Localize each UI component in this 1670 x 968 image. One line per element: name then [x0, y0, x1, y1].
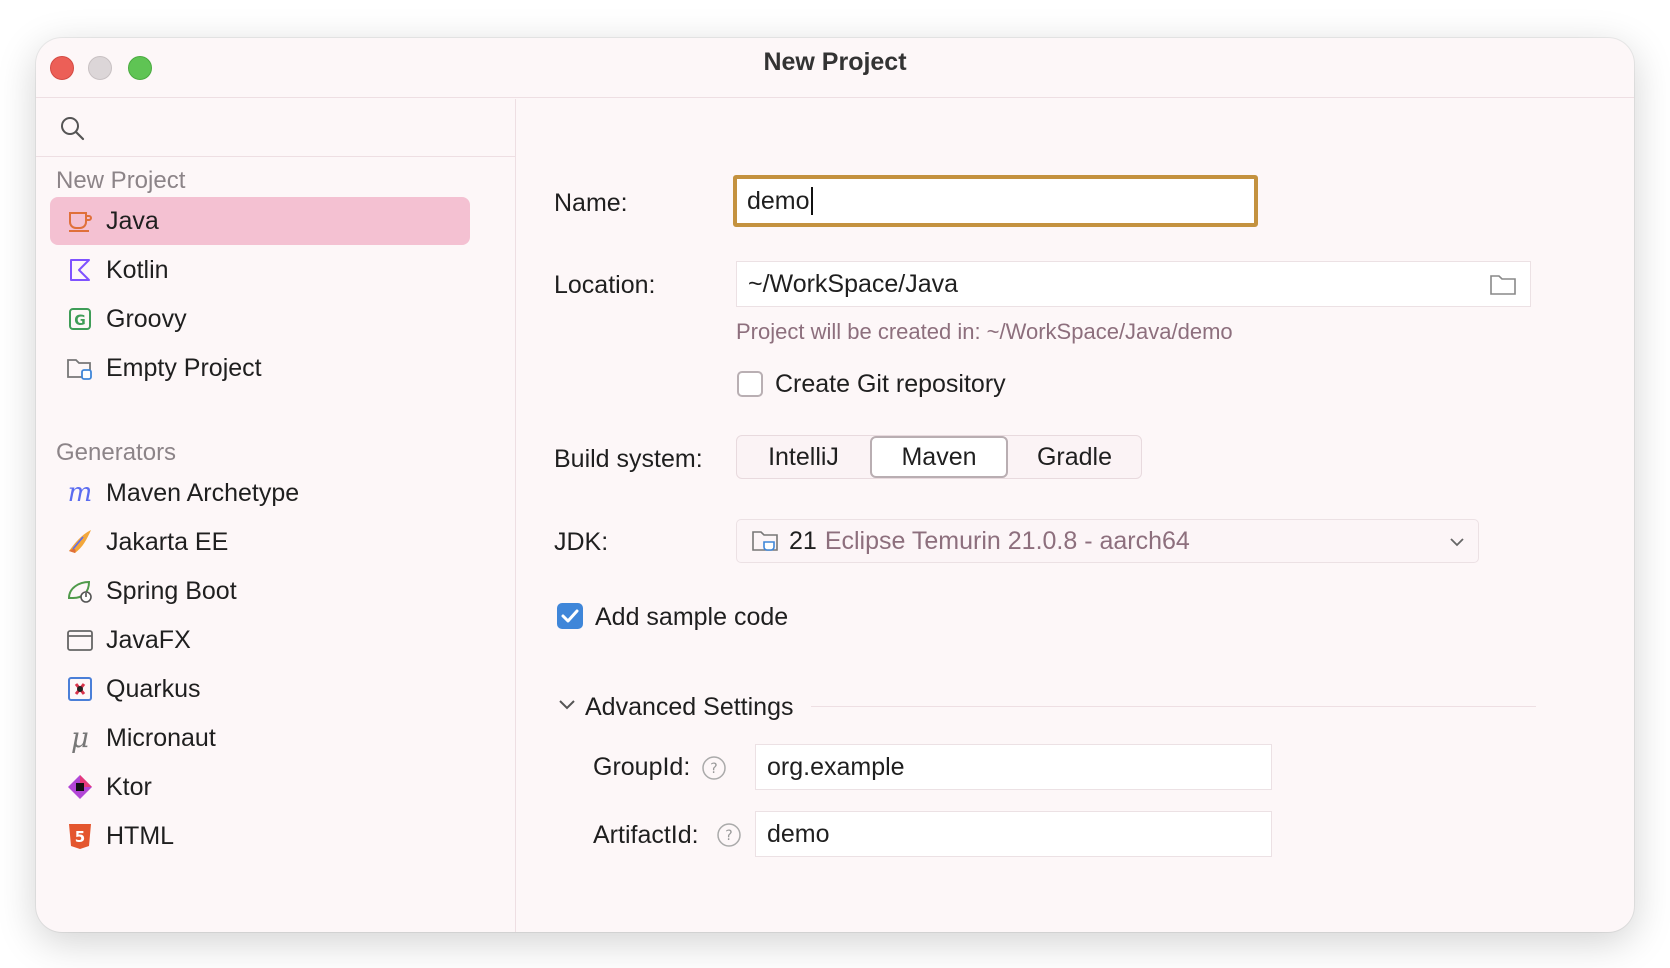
ktor-icon [64, 771, 96, 803]
advanced-settings-toggle[interactable]: Advanced Settings [585, 693, 793, 722]
sidebar-item-label: Maven Archetype [106, 478, 300, 507]
sidebar-item-spring-boot[interactable]: Spring Boot [50, 567, 470, 615]
search-icon[interactable] [58, 114, 86, 142]
sidebar-item-kotlin[interactable]: Kotlin [50, 246, 470, 294]
help-icon[interactable]: ? [701, 755, 727, 781]
javafx-window-icon [64, 624, 96, 656]
add-sample-code-checkbox[interactable] [557, 603, 583, 629]
help-icon[interactable]: ? [716, 822, 742, 848]
quarkus-icon [64, 673, 96, 705]
group-id-label: GroupId: [593, 753, 691, 781]
sidebar-item-micronaut[interactable]: μ Micronaut [50, 714, 470, 762]
name-input[interactable]: demo [733, 175, 1258, 227]
artifact-id-label: ArtifactId: [593, 821, 699, 849]
sidebar-item-html[interactable]: 5 HTML [50, 812, 470, 860]
window-title: New Project [763, 48, 907, 76]
build-system-maven-button[interactable]: Maven [870, 436, 1008, 478]
location-input-value: ~/WorkSpace/Java [748, 269, 959, 298]
browse-folder-icon[interactable] [1489, 271, 1517, 297]
title-bar: New Project [36, 38, 1634, 98]
micronaut-icon: μ [64, 722, 96, 754]
svg-text:?: ? [725, 828, 732, 844]
add-sample-code-label: Add sample code [595, 603, 789, 631]
svg-text:5: 5 [75, 828, 85, 846]
chevron-down-icon[interactable] [556, 695, 578, 715]
java-cup-icon [64, 205, 96, 237]
project-settings-form: Name: demo Location: ~/WorkSpace/Java Pr… [517, 99, 1634, 932]
checkmark-icon [561, 609, 579, 623]
jdk-dropdown[interactable]: 21 Eclipse Temurin 21.0.8 - aarch64 [736, 519, 1479, 563]
build-system-label: Build system: [554, 445, 703, 473]
maven-icon: m [64, 477, 96, 509]
sidebar-item-label: Empty Project [106, 353, 262, 382]
sidebar-search[interactable] [36, 99, 515, 157]
name-label: Name: [554, 189, 628, 217]
build-system-intellij-button[interactable]: IntelliJ [737, 436, 870, 478]
sidebar-item-label: Quarkus [106, 674, 201, 703]
sidebar-item-ktor[interactable]: Ktor [50, 763, 470, 811]
sidebar-item-label: Groovy [106, 304, 187, 333]
sidebar-item-label: Kotlin [106, 255, 169, 284]
name-input-value: demo [747, 186, 810, 215]
folder-icon [64, 352, 96, 384]
kotlin-icon [64, 254, 96, 286]
location-hint: Project will be created in: ~/WorkSpace/… [736, 319, 1233, 344]
sidebar-item-label: Ktor [106, 772, 152, 801]
sidebar-item-label: Jakarta EE [106, 527, 229, 556]
sidebar-item-java[interactable]: Java [50, 197, 470, 245]
group-id-input[interactable]: org.example [755, 744, 1272, 790]
group-id-input-value: org.example [767, 752, 905, 781]
sidebar-item-label: Micronaut [106, 723, 216, 752]
jdk-label: JDK: [554, 528, 609, 556]
spring-boot-icon [64, 575, 96, 607]
sidebar-item-label: JavaFX [106, 625, 191, 654]
artifact-id-input[interactable]: demo [755, 811, 1272, 857]
sidebar-item-label: Java [106, 206, 159, 235]
location-label: Location: [554, 271, 656, 299]
section-label-generators: Generators [56, 439, 177, 466]
jdk-folder-icon [752, 531, 778, 551]
jakarta-icon [64, 526, 96, 558]
text-caret [810, 187, 813, 215]
html5-icon: 5 [64, 820, 96, 852]
sidebar-item-groovy[interactable]: G Groovy [50, 295, 470, 343]
sidebar-item-maven-archetype[interactable]: m Maven Archetype [50, 469, 470, 517]
groovy-icon: G [64, 303, 96, 335]
build-system-selector: IntelliJ Maven Gradle [736, 435, 1142, 479]
section-label-new-project: New Project [56, 167, 186, 194]
new-project-window: New Project New Project Java Kotlin G Gr… [36, 38, 1634, 932]
create-git-repo-checkbox[interactable] [737, 371, 763, 397]
sidebar-item-label: HTML [106, 821, 175, 850]
create-git-repo-label: Create Git repository [775, 370, 1006, 398]
svg-text:G: G [74, 313, 86, 329]
sidebar-item-empty-project[interactable]: Empty Project [50, 344, 470, 392]
sidebar-item-jakarta-ee[interactable]: Jakarta EE [50, 518, 470, 566]
advanced-settings-divider [811, 706, 1536, 707]
jdk-name: Eclipse Temurin 21.0.8 - aarch64 [824, 526, 1190, 555]
build-system-gradle-button[interactable]: Gradle [1008, 436, 1141, 478]
jdk-version: 21 [789, 526, 817, 555]
svg-text:μ: μ [71, 723, 89, 753]
svg-text:?: ? [710, 761, 717, 777]
artifact-id-input-value: demo [767, 819, 830, 848]
chevron-down-icon [1450, 538, 1464, 547]
svg-text:m: m [68, 479, 93, 507]
sidebar-item-javafx[interactable]: JavaFX [50, 616, 470, 664]
location-input[interactable]: ~/WorkSpace/Java [736, 261, 1531, 307]
sidebar-item-quarkus[interactable]: Quarkus [50, 665, 470, 713]
sidebar: New Project Java Kotlin G Groovy Empty P… [36, 99, 516, 932]
sidebar-item-label: Spring Boot [106, 576, 237, 605]
